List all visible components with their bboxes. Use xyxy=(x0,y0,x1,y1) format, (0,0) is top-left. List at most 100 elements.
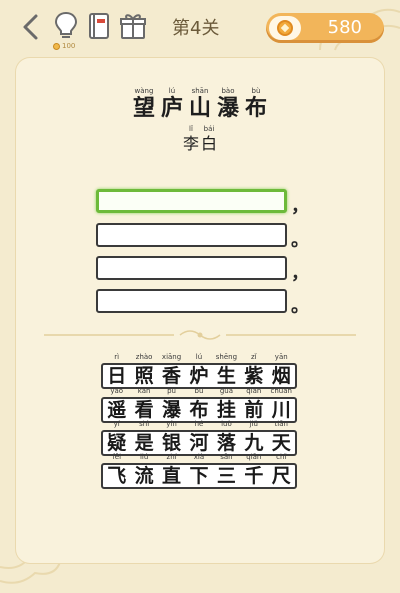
character-tile[interactable]: yáo 遥 xyxy=(103,387,130,421)
title-char-cell: lú 庐 xyxy=(158,86,186,122)
tile-pinyin: yān xyxy=(274,353,288,361)
level-label: 第4关 xyxy=(172,18,220,39)
title-pinyin: lú xyxy=(168,87,176,95)
tile-pinyin: hé xyxy=(194,420,204,428)
title-char-cell: wàng 望 xyxy=(130,86,158,122)
hint-cost: 100 xyxy=(53,42,75,50)
character-tile[interactable]: lú 炉 xyxy=(185,353,212,387)
character-tile[interactable]: hé 河 xyxy=(185,420,212,454)
coin-icon xyxy=(53,42,60,50)
tile-pinyin: guà xyxy=(219,387,233,395)
tile-character: 落 xyxy=(216,432,236,454)
answer-slot-3[interactable] xyxy=(96,256,287,280)
punctuation-mark: 。 xyxy=(291,296,309,317)
tile-character: 瀑 xyxy=(162,399,182,421)
character-tile[interactable]: shì 是 xyxy=(130,420,157,454)
character-tile[interactable]: guà 挂 xyxy=(213,387,240,421)
title-pinyin: bào xyxy=(221,87,235,95)
character-tile[interactable]: xiāng 香 xyxy=(158,353,185,387)
tile-character: 炉 xyxy=(189,365,209,387)
character-tile[interactable]: bù 布 xyxy=(185,387,212,421)
poem-header: wàng 望 lú 庐 shān 山 bào 瀑 bù 布 lǐ 李 bái 白 xyxy=(0,86,400,154)
tile-pinyin: shì xyxy=(139,420,150,428)
answer-slot-4[interactable] xyxy=(96,289,287,313)
tile-pinyin: yáo xyxy=(110,387,124,395)
title-char-cell: shān 山 xyxy=(186,86,214,122)
tile-character: 飞 xyxy=(107,465,127,487)
tile-pinyin: xiāng xyxy=(161,353,182,361)
title-char-cell: bù 布 xyxy=(242,86,270,122)
tile-character: 布 xyxy=(189,399,209,421)
tile-pinyin: jiǔ xyxy=(249,420,258,428)
tile-character: 香 xyxy=(162,365,182,387)
character-tile[interactable]: yí 疑 xyxy=(103,420,130,454)
character-tile[interactable]: xià 下 xyxy=(185,453,212,487)
character-tile[interactable]: luò 落 xyxy=(213,420,240,454)
tile-character: 紫 xyxy=(244,365,264,387)
character-tile[interactable]: zǐ 紫 xyxy=(240,353,267,387)
title-char: 瀑 xyxy=(216,96,239,121)
character-tile[interactable]: pù 瀑 xyxy=(158,387,185,421)
character-tile[interactable]: jiǔ 九 xyxy=(240,420,267,454)
tile-pinyin: chǐ xyxy=(276,453,287,461)
author-pinyin: lǐ xyxy=(189,125,193,133)
tile-character: 三 xyxy=(216,465,236,487)
back-arrow-icon[interactable] xyxy=(18,12,44,42)
title-pinyin: bù xyxy=(251,87,261,95)
character-tile[interactable]: shēng 生 xyxy=(213,353,240,387)
top-bar: 100 第4关 580 xyxy=(0,0,400,52)
author-char-cell: bái 白 xyxy=(200,124,218,154)
gift-icon[interactable] xyxy=(119,12,147,40)
tile-pinyin: kàn xyxy=(137,387,151,395)
tile-character: 疑 xyxy=(107,432,127,454)
character-tile[interactable]: zhào 照 xyxy=(130,353,157,387)
character-tile[interactable]: qián 前 xyxy=(240,387,267,421)
tile-character: 日 xyxy=(107,365,127,387)
tile-character: 遥 xyxy=(107,399,127,421)
character-tile[interactable]: tiān 天 xyxy=(268,420,295,454)
tile-character: 尺 xyxy=(271,465,291,487)
tile-pinyin: xià xyxy=(193,453,205,461)
tile-pinyin: qián xyxy=(246,387,262,395)
book-icon[interactable] xyxy=(88,12,110,40)
author-pinyin: bái xyxy=(203,125,215,133)
tile-pinyin: fēi xyxy=(112,453,122,461)
title-pinyin: wàng xyxy=(134,87,154,95)
punctuation-mark: 。 xyxy=(291,230,309,251)
answer-slot-1[interactable] xyxy=(96,189,287,213)
coin-icon xyxy=(269,16,301,40)
coin-balance[interactable]: 580 xyxy=(266,13,384,43)
tile-character: 千 xyxy=(244,465,264,487)
tile-character: 川 xyxy=(271,399,291,421)
tile-character: 河 xyxy=(189,432,209,454)
character-tile[interactable]: sān 三 xyxy=(213,453,240,487)
character-tile[interactable]: yān 烟 xyxy=(268,353,295,387)
tile-character: 九 xyxy=(244,432,264,454)
tile-pinyin: liú xyxy=(139,453,149,461)
tile-character: 天 xyxy=(271,432,291,454)
tile-character: 银 xyxy=(162,432,182,454)
tile-pinyin: sān xyxy=(220,453,233,461)
character-tile[interactable]: yín 银 xyxy=(158,420,185,454)
tile-pinyin: yí xyxy=(113,420,120,428)
tile-character: 直 xyxy=(162,465,182,487)
character-tile[interactable]: qiān 千 xyxy=(240,453,267,487)
character-tile[interactable]: fēi 飞 xyxy=(103,453,130,487)
hint-bulb-icon[interactable] xyxy=(52,10,80,42)
character-tile[interactable]: chuān 川 xyxy=(268,387,295,421)
character-tile[interactable]: zhí 直 xyxy=(158,453,185,487)
answer-slot-2[interactable] xyxy=(96,223,287,247)
tile-character: 烟 xyxy=(271,365,291,387)
title-char: 布 xyxy=(244,96,267,121)
character-tile[interactable]: chǐ 尺 xyxy=(268,453,295,487)
tile-pinyin: zhào xyxy=(135,353,153,361)
character-tile[interactable]: rì 日 xyxy=(103,353,130,387)
ornament-divider xyxy=(44,330,356,340)
character-tile[interactable]: kàn 看 xyxy=(130,387,157,421)
character-tile[interactable]: liú 流 xyxy=(130,453,157,487)
tile-character: 下 xyxy=(189,465,209,487)
character-row: rì 日 zhào 照 xiāng 香 lú 炉 shēng 生 zǐ 紫 yān 烟 xyxy=(101,353,297,389)
coin-balance-value: 580 xyxy=(327,17,362,38)
tile-pinyin: qiān xyxy=(246,453,262,461)
title-char: 望 xyxy=(132,96,155,121)
